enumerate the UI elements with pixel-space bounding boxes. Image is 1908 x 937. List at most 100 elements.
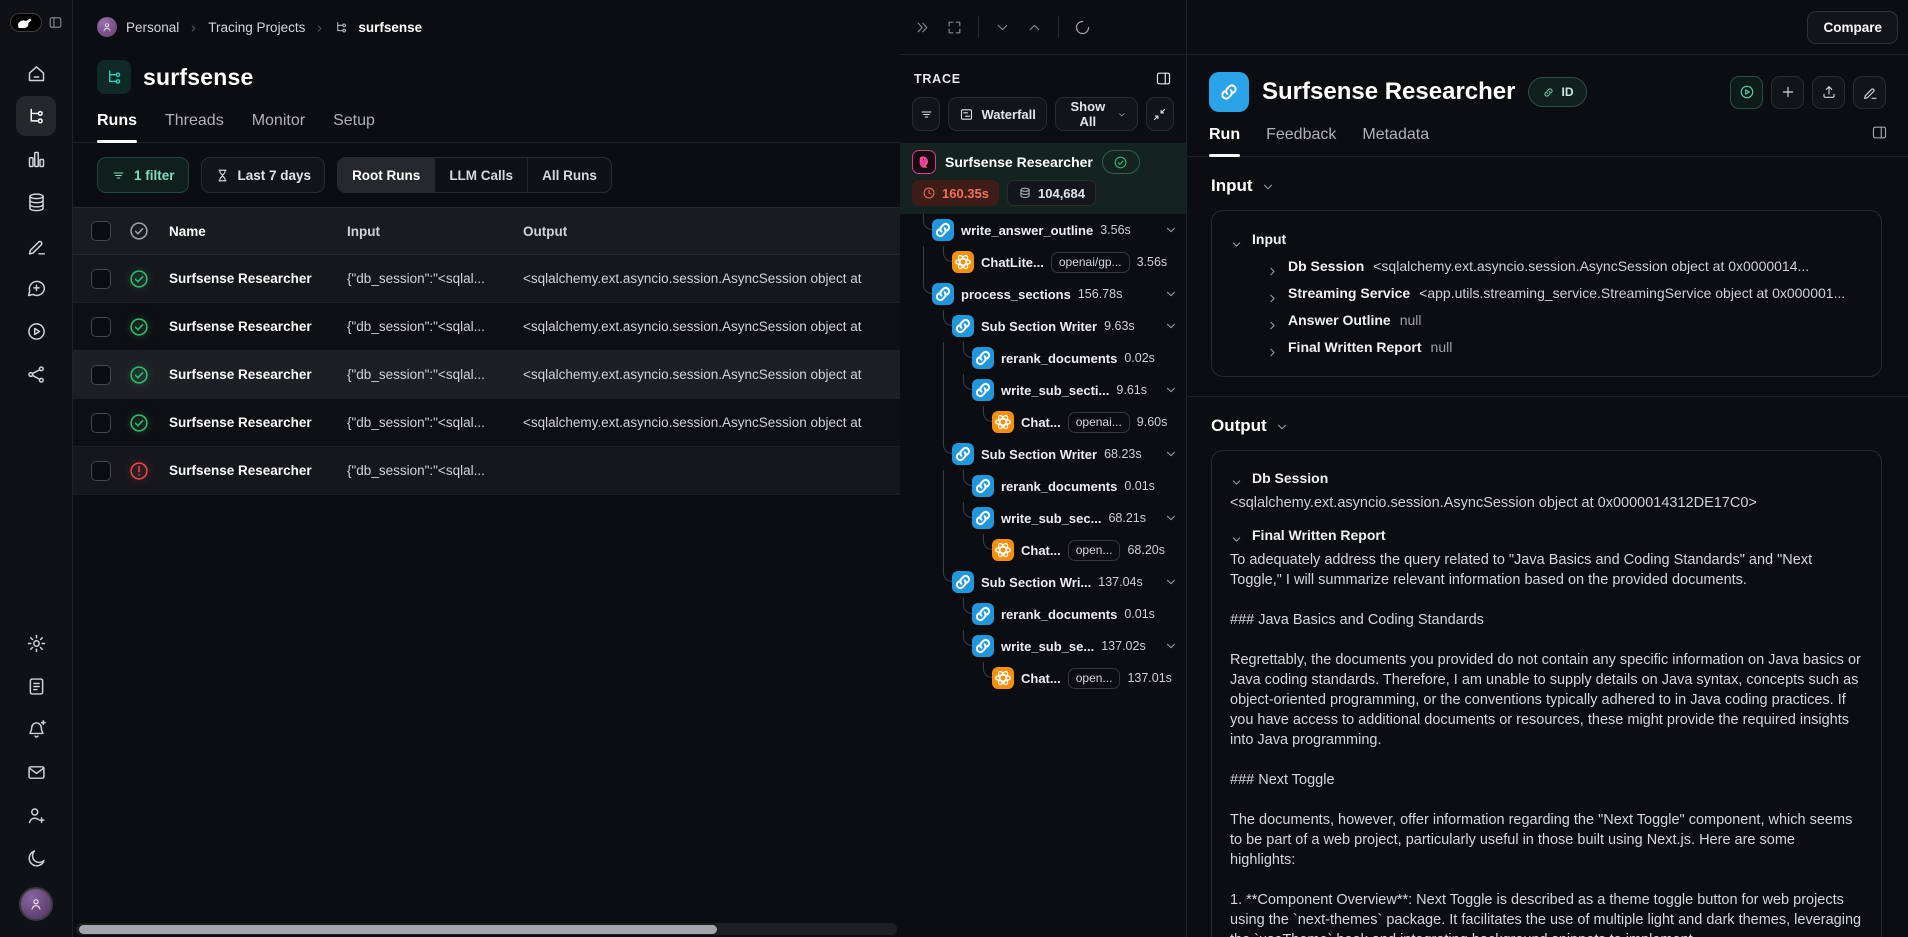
horizontal-scrollbar[interactable] <box>76 923 897 935</box>
chevron-right-icon[interactable] <box>1266 260 1279 273</box>
run-id-button[interactable]: ID <box>1528 77 1587 107</box>
kv-row[interactable]: Db Session <box>1230 466 1863 490</box>
breadcrumb-project[interactable]: surfsense <box>358 20 422 35</box>
sidebar-item-dashboards[interactable] <box>16 139 56 179</box>
detail-layout-icon[interactable] <box>1871 124 1888 141</box>
sidebar-item-docs[interactable] <box>16 666 56 706</box>
sidebar-item-datasets[interactable] <box>16 182 56 222</box>
chevron-down-icon[interactable] <box>1164 319 1178 333</box>
sidebar-item-invite[interactable] <box>16 795 56 835</box>
trace-root-run[interactable]: Surfsense Researcher 160.35s 104,684 <box>900 143 1186 214</box>
status-column-icon[interactable] <box>128 220 150 242</box>
trace-tree-item[interactable]: write_sub_secti... 9.61s <box>900 374 1186 406</box>
trace-tree-item[interactable]: rerank_documents 0.01s <box>900 470 1186 502</box>
sidebar-item-settings[interactable] <box>16 623 56 663</box>
trace-tree-item[interactable]: write_sub_se... 137.02s <box>900 630 1186 662</box>
chevron-down-icon[interactable] <box>1164 223 1178 237</box>
output-section-header[interactable]: Output <box>1211 416 1882 436</box>
chevron-down-icon[interactable] <box>1164 575 1178 589</box>
trace-tree-item[interactable]: rerank_documents 0.02s <box>900 342 1186 374</box>
sidebar-item-notifications[interactable] <box>16 709 56 749</box>
kv-row[interactable]: Answer Outline null <box>1230 307 1863 334</box>
chevron-down-icon[interactable] <box>1230 529 1243 542</box>
langsmith-logo[interactable] <box>10 13 42 32</box>
segment-all-runs[interactable]: All Runs <box>527 158 611 192</box>
kv-row[interactable]: Final Written Report null <box>1230 334 1863 361</box>
chevron-right-icon[interactable] <box>1266 287 1279 300</box>
trace-tree-item[interactable]: write_sub_sec... 68.21s <box>900 502 1186 534</box>
next-run-icon[interactable] <box>994 19 1011 36</box>
column-header-name[interactable]: Name <box>169 224 347 239</box>
table-row[interactable]: Surfsense Researcher {"db_session":"<sql… <box>73 351 900 399</box>
sidebar-item-deployments[interactable] <box>16 354 56 394</box>
chevron-down-icon[interactable] <box>1230 233 1243 246</box>
kv-row[interactable]: Final Written Report <box>1230 523 1863 547</box>
chevron-down-icon[interactable] <box>1164 447 1178 461</box>
workspace-avatar[interactable] <box>97 17 117 37</box>
trace-tree-item[interactable]: Chat... open... 137.01s <box>900 662 1186 694</box>
tab-metadata[interactable]: Metadata <box>1362 126 1429 156</box>
prev-run-icon[interactable] <box>1026 19 1043 36</box>
user-avatar[interactable] <box>19 887 53 921</box>
share-button[interactable] <box>1812 76 1845 109</box>
show-all-dropdown[interactable]: Show All <box>1055 97 1138 131</box>
kv-row[interactable]: Streaming Service <app.utils.streaming_s… <box>1230 280 1863 307</box>
chevron-down-icon[interactable] <box>1164 511 1178 525</box>
row-checkbox[interactable] <box>91 269 111 289</box>
expand-fullscreen-icon[interactable] <box>946 19 963 36</box>
trace-tree-item[interactable]: Chat... open... 68.20s <box>900 534 1186 566</box>
sidebar-item-inbox[interactable] <box>16 752 56 792</box>
trace-tree-item[interactable]: rerank_documents 0.01s <box>900 598 1186 630</box>
trace-layout-icon[interactable] <box>1155 70 1172 87</box>
table-row[interactable]: Surfsense Researcher {"db_session":"<sql… <box>73 303 900 351</box>
trace-tree-item[interactable]: Sub Section Wri... 137.04s <box>900 566 1186 598</box>
annotate-button[interactable] <box>1853 76 1886 109</box>
chevron-down-icon[interactable] <box>1164 639 1178 653</box>
row-checkbox[interactable] <box>91 413 111 433</box>
table-row[interactable]: Surfsense Researcher {"db_session":"<sql… <box>73 399 900 447</box>
row-checkbox[interactable] <box>91 461 111 481</box>
tab-monitor[interactable]: Monitor <box>252 112 305 142</box>
trace-filter-button[interactable] <box>912 97 940 131</box>
tab-setup[interactable]: Setup <box>333 112 375 142</box>
kv-row[interactable]: Input <box>1230 226 1863 253</box>
tab-run[interactable]: Run <box>1209 126 1240 156</box>
row-checkbox[interactable] <box>91 365 111 385</box>
trace-tree-item[interactable]: process_sections 156.78s <box>900 278 1186 310</box>
sidebar-item-prompts[interactable] <box>16 268 56 308</box>
add-to-dataset-button[interactable] <box>1771 76 1804 109</box>
sidebar-item-playground[interactable] <box>16 311 56 351</box>
trace-tree-item[interactable]: Sub Section Writer 9.63s <box>900 310 1186 342</box>
trace-tree-item[interactable]: Sub Section Writer 68.23s <box>900 438 1186 470</box>
column-header-input[interactable]: Input <box>347 224 523 239</box>
sidebar-item-tracing-projects[interactable] <box>16 96 56 136</box>
table-row[interactable]: Surfsense Researcher {"db_session":"<sql… <box>73 447 900 495</box>
collapse-detail-icon[interactable] <box>914 19 931 36</box>
sidebar-collapse-icon[interactable] <box>48 15 63 30</box>
tab-runs[interactable]: Runs <box>97 112 137 142</box>
table-row[interactable]: Surfsense Researcher {"db_session":"<sql… <box>73 255 900 303</box>
sidebar-item-annotation[interactable] <box>16 225 56 265</box>
chevron-right-icon[interactable] <box>1266 341 1279 354</box>
trace-tree-item[interactable]: write_answer_outline 3.56s <box>900 214 1186 246</box>
filter-button[interactable]: 1 filter <box>97 157 189 193</box>
date-range-button[interactable]: Last 7 days <box>201 157 326 193</box>
breadcrumb-tracing-projects[interactable]: Tracing Projects <box>208 20 305 35</box>
waterfall-button[interactable]: Waterfall <box>948 97 1046 131</box>
scrollbar-thumb[interactable] <box>79 925 717 934</box>
select-all-checkbox[interactable] <box>91 221 111 241</box>
chevron-right-icon[interactable] <box>1266 314 1279 327</box>
open-in-playground-button[interactable] <box>1730 76 1763 109</box>
input-section-header[interactable]: Input <box>1211 176 1882 196</box>
chevron-down-icon[interactable] <box>1230 472 1243 485</box>
segment-llm-calls[interactable]: LLM Calls <box>434 158 527 192</box>
row-checkbox[interactable] <box>91 317 111 337</box>
breadcrumb-personal[interactable]: Personal <box>126 20 179 35</box>
trace-tree-item[interactable]: ChatLite... openai/gp... 3.56s <box>900 246 1186 278</box>
tab-threads[interactable]: Threads <box>165 112 224 142</box>
segment-root-runs[interactable]: Root Runs <box>338 158 434 192</box>
chevron-down-icon[interactable] <box>1164 287 1178 301</box>
trace-tree-item[interactable]: Chat... openai... 9.60s <box>900 406 1186 438</box>
compare-button[interactable]: Compare <box>1807 11 1898 44</box>
chevron-down-icon[interactable] <box>1164 383 1178 397</box>
